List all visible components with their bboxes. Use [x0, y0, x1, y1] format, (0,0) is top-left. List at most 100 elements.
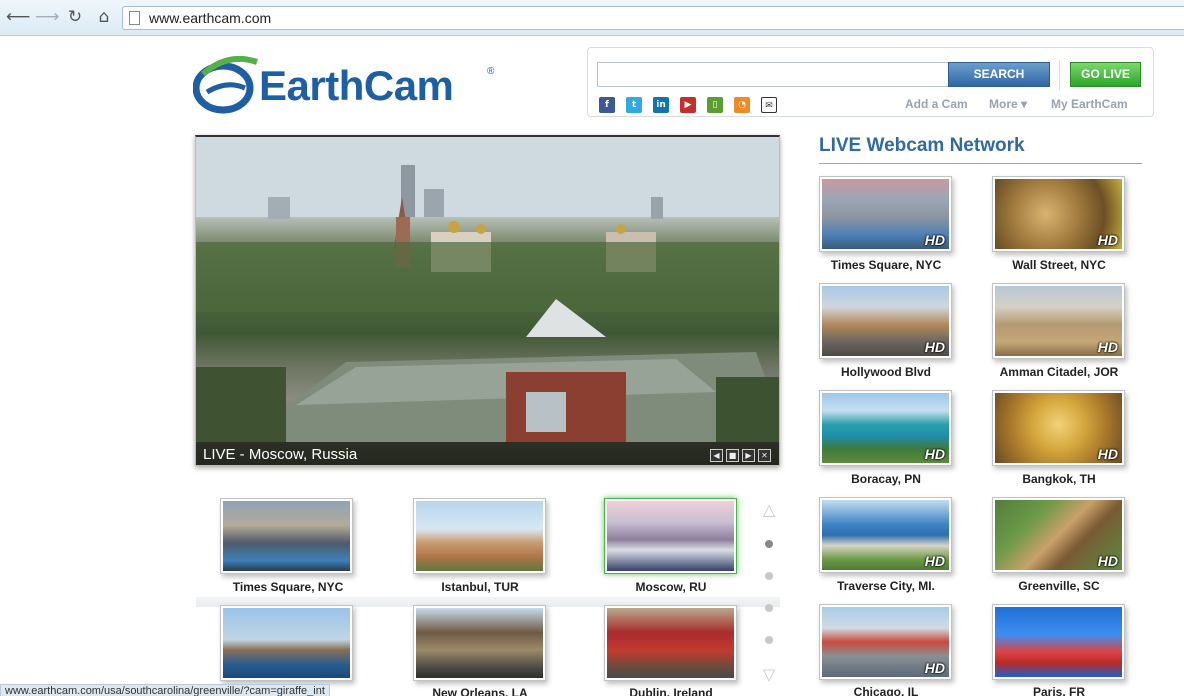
thumb-image: HD: [822, 393, 949, 463]
network-cam-label[interactable]: Hollywood Blvd: [801, 365, 971, 379]
linkedin-icon[interactable]: in: [653, 97, 669, 113]
hd-badge: HD: [924, 232, 945, 248]
network-cam-chicago[interactable]: HD: [819, 604, 952, 680]
network-cam-label[interactable]: Chicago, IL: [801, 685, 971, 696]
pager-dot[interactable]: [765, 636, 773, 644]
thumb-image: HD: [822, 179, 949, 249]
reload-icon[interactable]: ↻: [64, 6, 86, 28]
network-cam-bangkok[interactable]: HD: [992, 390, 1125, 466]
more-menu-link[interactable]: More ▾: [989, 97, 1027, 111]
network-cam-label[interactable]: Times Square, NYC: [801, 258, 971, 272]
bottom-thumb-bridge[interactable]: [220, 605, 353, 681]
network-cam-times-square[interactable]: HD: [819, 176, 952, 252]
thumb-image: HD: [995, 286, 1122, 356]
previous-icon[interactable]: ◀: [710, 449, 723, 462]
bottom-thumb-dublin[interactable]: [604, 605, 737, 681]
scroll-down-icon[interactable]: ▽: [758, 667, 780, 683]
network-cam-label[interactable]: Paris, FR: [974, 685, 1144, 696]
thumb-image: [416, 608, 543, 678]
webcam-network-title: LIVE Webcam Network: [819, 135, 1025, 156]
thumb-image: HD: [822, 607, 949, 677]
hd-badge: HD: [1097, 232, 1118, 248]
bottom-thumb-label[interactable]: Istanbul, TUR: [395, 580, 565, 594]
thumb-image: HD: [822, 500, 949, 570]
registered-mark: ®: [487, 66, 495, 77]
moscow-scene-image: [196, 137, 779, 442]
thumb-image: [607, 608, 734, 678]
thumb-image: [416, 501, 543, 571]
hd-badge: HD: [1097, 446, 1118, 462]
hd-badge: HD: [924, 339, 945, 355]
my-earthcam-link[interactable]: My EarthCam: [1051, 97, 1128, 111]
thumb-image: [607, 501, 734, 571]
search-button[interactable]: SEARCH: [948, 62, 1050, 87]
network-cam-label[interactable]: Wall Street, NYC: [974, 258, 1144, 272]
network-cam-label[interactable]: Traverse City, MI.: [801, 579, 971, 593]
page-icon: [129, 11, 140, 25]
search-input[interactable]: [597, 62, 949, 87]
browser-toolbar: ⟵ ⟶ ↻ ⌂ www.earthcam.com: [0, 0, 1184, 36]
network-cam-traverse-city[interactable]: HD: [819, 497, 952, 573]
network-cam-label[interactable]: Bangkok, TH: [974, 472, 1144, 486]
network-cam-amman[interactable]: HD: [992, 283, 1125, 359]
pager-dot[interactable]: [765, 604, 773, 612]
hd-badge: HD: [1097, 553, 1118, 569]
facebook-icon[interactable]: f: [599, 97, 615, 113]
search-panel: SEARCH GO LIVE f t in ▶ ▯ ◔ ✉ Add a Cam …: [587, 47, 1154, 117]
social-links: f t in ▶ ▯ ◔ ✉: [599, 97, 777, 113]
player-controls: ◀ ■ ▶ ✕: [710, 449, 771, 462]
network-cam-paris[interactable]: [992, 604, 1125, 680]
main-video-player[interactable]: LIVE - Moscow, Russia ◀ ■ ▶ ✕: [195, 135, 780, 466]
thumb-image: [223, 501, 350, 571]
home-icon[interactable]: ⌂: [93, 6, 115, 28]
earthcam-globe-icon: [193, 56, 258, 114]
scroll-up-icon[interactable]: △: [758, 502, 780, 518]
close-icon[interactable]: ✕: [758, 449, 771, 462]
rss-icon[interactable]: ◔: [734, 97, 750, 113]
thumb-image: HD: [995, 179, 1122, 249]
bottom-thumb-label[interactable]: Times Square, NYC: [203, 580, 373, 594]
back-arrow-icon[interactable]: ⟵: [6, 6, 30, 28]
hd-badge: HD: [924, 553, 945, 569]
twitter-icon[interactable]: t: [626, 97, 642, 113]
thumb-image: HD: [995, 500, 1122, 570]
add-a-cam-link[interactable]: Add a Cam: [905, 97, 968, 111]
pager-dot[interactable]: [765, 572, 773, 580]
bottom-thumb-label[interactable]: New Orleans, LA: [395, 686, 565, 696]
email-icon[interactable]: ✉: [761, 97, 777, 113]
thumb-image: [223, 608, 350, 678]
network-cam-label[interactable]: Amman Citadel, JOR: [974, 365, 1144, 379]
player-caption-bar: LIVE - Moscow, Russia ◀ ■ ▶ ✕: [196, 442, 779, 465]
stop-icon[interactable]: ■: [726, 449, 739, 462]
hd-badge: HD: [924, 660, 945, 676]
thumb-image: HD: [822, 286, 949, 356]
hd-badge: HD: [924, 446, 945, 462]
next-icon[interactable]: ▶: [742, 449, 755, 462]
earthcam-logo[interactable]: EarthCam ®: [193, 52, 503, 116]
bottom-thumb-label[interactable]: Moscow, RU: [586, 580, 756, 594]
bottom-thumb-times-square[interactable]: [220, 498, 353, 574]
bottom-thumb-istanbul[interactable]: [413, 498, 546, 574]
network-cam-wall-street[interactable]: HD: [992, 176, 1125, 252]
bottom-thumb-moscow[interactable]: [604, 498, 737, 574]
address-bar[interactable]: www.earthcam.com: [122, 6, 1184, 30]
hd-badge: HD: [1097, 339, 1118, 355]
pager-dot[interactable]: [765, 540, 773, 548]
youtube-icon[interactable]: ▶: [680, 97, 696, 113]
logo-wordmark: EarthCam: [259, 62, 454, 109]
url-text[interactable]: www.earthcam.com: [149, 10, 271, 26]
player-caption: LIVE - Moscow, Russia: [203, 446, 358, 463]
title-divider: [819, 163, 1142, 164]
network-cam-greenville[interactable]: HD: [992, 497, 1125, 573]
network-cam-boracay[interactable]: HD: [819, 390, 952, 466]
mobile-icon[interactable]: ▯: [707, 97, 723, 113]
bottom-thumb-new-orleans[interactable]: [413, 605, 546, 681]
network-cam-hollywood[interactable]: HD: [819, 283, 952, 359]
go-live-button[interactable]: GO LIVE: [1070, 62, 1141, 87]
bottom-thumb-label[interactable]: Dublin, Ireland: [586, 686, 756, 696]
forward-arrow-icon[interactable]: ⟶: [35, 6, 59, 28]
network-cam-label[interactable]: Greenville, SC: [974, 579, 1144, 593]
network-cam-label[interactable]: Boracay, PN: [801, 472, 971, 486]
divider: [1059, 60, 1060, 90]
thumb-image: [995, 607, 1122, 677]
